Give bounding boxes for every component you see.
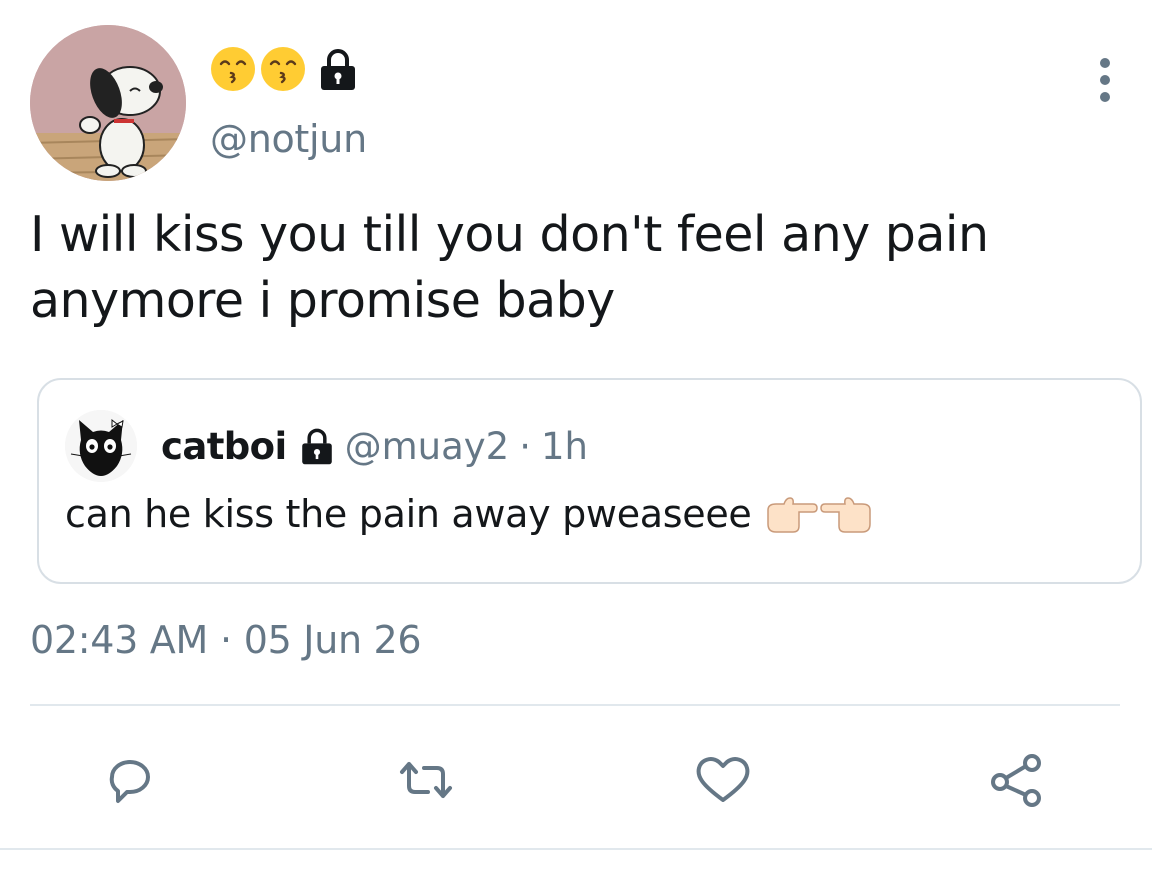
tweet-header: @notjun: [30, 25, 1120, 185]
tweet-time: 02:43 AM: [30, 618, 208, 662]
author-avatar[interactable]: [30, 25, 186, 181]
retweet-button[interactable]: [396, 750, 456, 810]
quoted-author-handle: @muay2: [344, 424, 510, 468]
tweet-timestamp: 02:43 AM · 05 Jun 26: [30, 618, 422, 662]
quoted-time: 1h: [540, 424, 588, 468]
kissing-face-icon: [211, 47, 255, 91]
hand-pointing-right-icon: [766, 497, 818, 533]
tweet-text-line-2: anymore i promise baby: [30, 272, 615, 329]
quoted-tweet-card[interactable]: catboi @muay2 · 1h can he kiss the pain …: [37, 378, 1142, 584]
retweet-icon: [400, 762, 452, 798]
quoted-author-name: catboi: [161, 424, 287, 468]
snoopy-avatar-image: [30, 25, 186, 181]
quoted-author-avatar: [65, 410, 137, 482]
reply-icon: [109, 760, 150, 803]
lock-icon: [321, 49, 355, 90]
quoted-text: can he kiss the pain away pweaseee: [65, 492, 752, 536]
kissing-face-icon: [261, 47, 305, 91]
more-options-icon[interactable]: [1090, 55, 1120, 105]
quoted-header: catboi @muay2 · 1h: [161, 420, 588, 472]
heart-icon: [696, 757, 750, 802]
author-name-row: [210, 41, 358, 97]
black-cat-avatar-image: [65, 410, 137, 482]
tweet-text: I will kiss you till you don't feel any …: [30, 202, 1120, 334]
reply-button[interactable]: [100, 750, 160, 810]
tweet-date: 05 Jun 26: [243, 618, 422, 662]
like-button[interactable]: [693, 750, 753, 810]
timestamp-separator: ·: [219, 618, 232, 662]
share-icon: [991, 754, 1041, 807]
share-button[interactable]: [986, 750, 1046, 810]
tweet-text-line-1: I will kiss you till you don't feel any …: [30, 206, 989, 263]
author-handle[interactable]: @notjun: [210, 117, 367, 161]
divider: [30, 704, 1120, 706]
divider-bottom: [0, 848, 1152, 850]
quoted-text-row: can he kiss the pain away pweaseee: [65, 492, 874, 536]
hand-pointing-left-icon: [819, 497, 871, 533]
lock-icon: [301, 428, 332, 465]
quoted-separator: ·: [519, 424, 531, 468]
